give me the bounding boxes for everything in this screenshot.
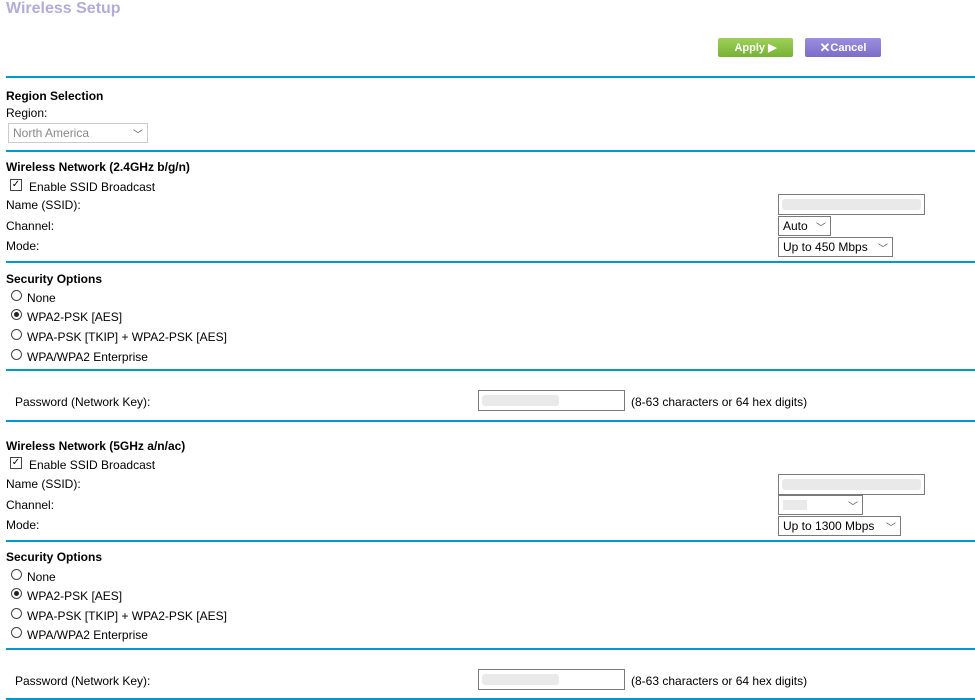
w24-ssid-input[interactable]	[778, 194, 925, 215]
w5-radio-enterprise[interactable]	[11, 627, 22, 638]
w5-password-hint: (8-63 characters or 64 hex digits)	[631, 674, 808, 688]
cancel-button[interactable]: ✕ Cancel	[805, 38, 881, 57]
w5-security-heading: Security Options	[6, 550, 103, 564]
w24-password-input[interactable]	[478, 390, 625, 411]
w5-radio-label: WPA-PSK [TKIP] + WPA2-PSK [AES]	[27, 609, 227, 623]
chevron-down-icon: ﹀	[816, 222, 826, 234]
w24-radio-label: WPA2-PSK [AES]	[27, 310, 123, 324]
apply-label: Apply	[734, 41, 766, 54]
divider	[6, 540, 975, 542]
w24-mode-label: Mode:	[6, 239, 40, 253]
w5-radio-label: WPA/WPA2 Enterprise	[27, 628, 148, 642]
w5-ssid-input[interactable]	[778, 474, 925, 495]
cancel-label: Cancel	[830, 41, 867, 54]
w5-channel-select[interactable]: ﹀	[778, 495, 863, 515]
w24-password-label: Password (Network Key):	[15, 395, 151, 409]
w24-mode-value: Up to 450 Mbps	[783, 240, 868, 254]
w24-broadcast-checkbox[interactable]: ✓	[10, 179, 22, 191]
region-label: Region:	[6, 106, 48, 120]
w24-radio-none[interactable]	[11, 290, 22, 301]
w24-channel-value: Auto	[783, 219, 808, 233]
w5-mode-value: Up to 1300 Mbps	[783, 519, 875, 533]
w24-mode-select[interactable]: Up to 450 Mbps ﹀	[778, 237, 893, 257]
w5-password-input[interactable]	[478, 669, 625, 690]
chevron-down-icon: ﹀	[848, 501, 858, 513]
region-heading: Region Selection	[6, 89, 104, 103]
w24-broadcast-label: Enable SSID Broadcast	[29, 180, 156, 194]
w5-radio-wpa2[interactable]	[11, 588, 22, 599]
region-value: North America	[13, 126, 90, 140]
w5-channel-label: Channel:	[6, 498, 55, 512]
w24-radio-label: WPA-PSK [TKIP] + WPA2-PSK [AES]	[27, 330, 227, 344]
w5-mode-label: Mode:	[6, 518, 40, 532]
w24-radio-label: None	[27, 291, 56, 305]
w24-radio-wpa2[interactable]	[11, 309, 22, 320]
w5-name-label: Name (SSID):	[6, 477, 81, 491]
w24-radio-mixed[interactable]	[11, 329, 22, 340]
divider	[6, 150, 975, 152]
region-select[interactable]: North America ﹀	[8, 123, 148, 143]
w24-channel-label: Channel:	[6, 219, 55, 233]
w5-mode-select[interactable]: Up to 1300 Mbps ﹀	[778, 516, 901, 536]
chevron-down-icon: ﹀	[886, 522, 896, 534]
chevron-down-icon: ﹀	[133, 129, 143, 141]
w5-password-label: Password (Network Key):	[15, 674, 151, 688]
divider	[6, 261, 975, 263]
page-title: Wireless Setup	[6, 0, 121, 17]
divider	[6, 420, 975, 422]
w24-radio-label: WPA/WPA2 Enterprise	[27, 350, 148, 364]
w24-heading: Wireless Network (2.4GHz b/g/n)	[6, 160, 190, 174]
chevron-down-icon: ﹀	[878, 243, 888, 255]
play-icon: ▶	[765, 42, 777, 54]
w24-password-hint: (8-63 characters or 64 hex digits)	[631, 395, 808, 409]
divider	[6, 76, 975, 78]
w5-heading: Wireless Network (5GHz a/n/ac)	[6, 439, 186, 453]
w24-security-heading: Security Options	[6, 272, 103, 286]
close-icon: ✕	[819, 39, 831, 55]
w24-channel-select[interactable]: Auto ﹀	[778, 216, 831, 236]
w24-radio-enterprise[interactable]	[11, 349, 22, 360]
w5-broadcast-checkbox[interactable]: ✓	[10, 457, 22, 469]
w5-radio-none[interactable]	[11, 569, 22, 580]
w5-channel-value-blurred	[783, 500, 807, 510]
w5-radio-label: WPA2-PSK [AES]	[27, 589, 123, 603]
apply-button[interactable]: Apply ▶	[718, 38, 793, 57]
w24-name-label: Name (SSID):	[6, 198, 81, 212]
w5-radio-mixed[interactable]	[11, 608, 22, 619]
divider	[6, 648, 975, 650]
w5-radio-label: None	[27, 570, 56, 584]
divider	[6, 369, 975, 371]
w5-broadcast-label: Enable SSID Broadcast	[29, 458, 156, 472]
